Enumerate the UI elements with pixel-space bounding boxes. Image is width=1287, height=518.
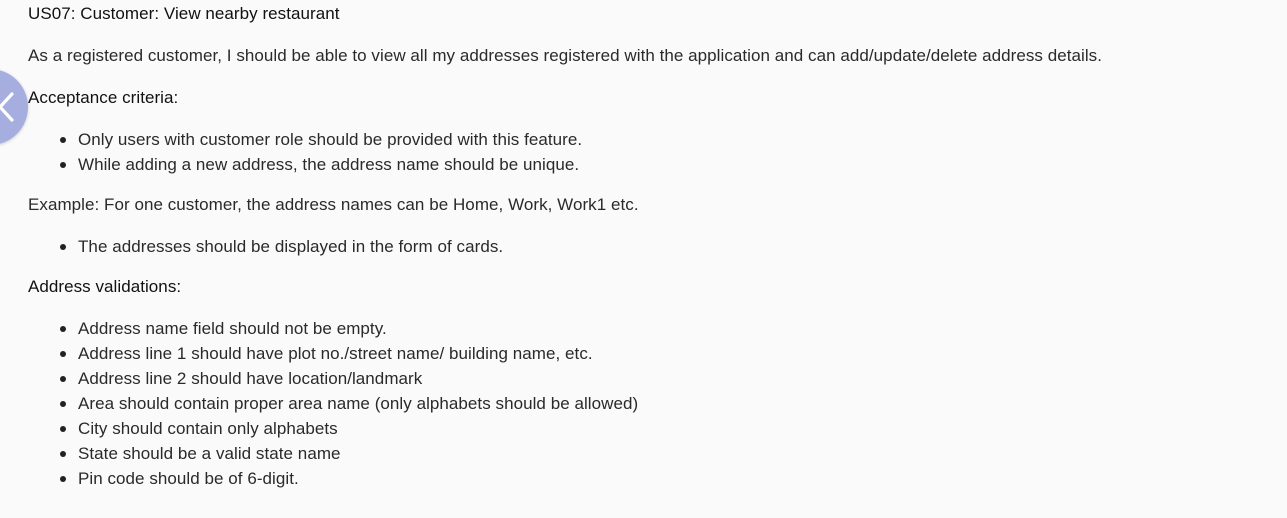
example-list: The addresses should be displayed in the…	[28, 234, 1268, 259]
list-item: Address line 2 should have location/land…	[28, 366, 1268, 391]
list-item: Address line 1 should have plot no./stre…	[28, 341, 1268, 366]
story-content: US07: Customer: View nearby restaurant A…	[28, 0, 1268, 491]
back-button[interactable]	[0, 69, 28, 145]
chevron-left-icon	[0, 92, 14, 122]
example-text: Example: For one customer, the address n…	[28, 195, 639, 214]
address-validations-heading: Address validations:	[28, 277, 182, 296]
list-item: While adding a new address, the address …	[28, 152, 1268, 177]
list-item: The addresses should be displayed in the…	[28, 234, 1268, 259]
list-item: City should contain only alphabets	[28, 416, 1268, 441]
page-title: US07: Customer: View nearby restaurant	[28, 4, 340, 23]
list-item: State should be a valid state name	[28, 441, 1268, 466]
list-item: Area should contain proper area name (on…	[28, 391, 1268, 416]
list-item: Only users with customer role should be …	[28, 127, 1268, 152]
acceptance-criteria-list: Only users with customer role should be …	[28, 127, 1268, 177]
acceptance-criteria-heading: Acceptance criteria:	[28, 88, 179, 107]
list-item: Address name field should not be empty.	[28, 316, 1268, 341]
list-item: Pin code should be of 6-digit.	[28, 466, 1268, 491]
story-description: As a registered customer, I should be ab…	[28, 46, 1103, 65]
address-validations-list: Address name field should not be empty. …	[28, 316, 1268, 491]
